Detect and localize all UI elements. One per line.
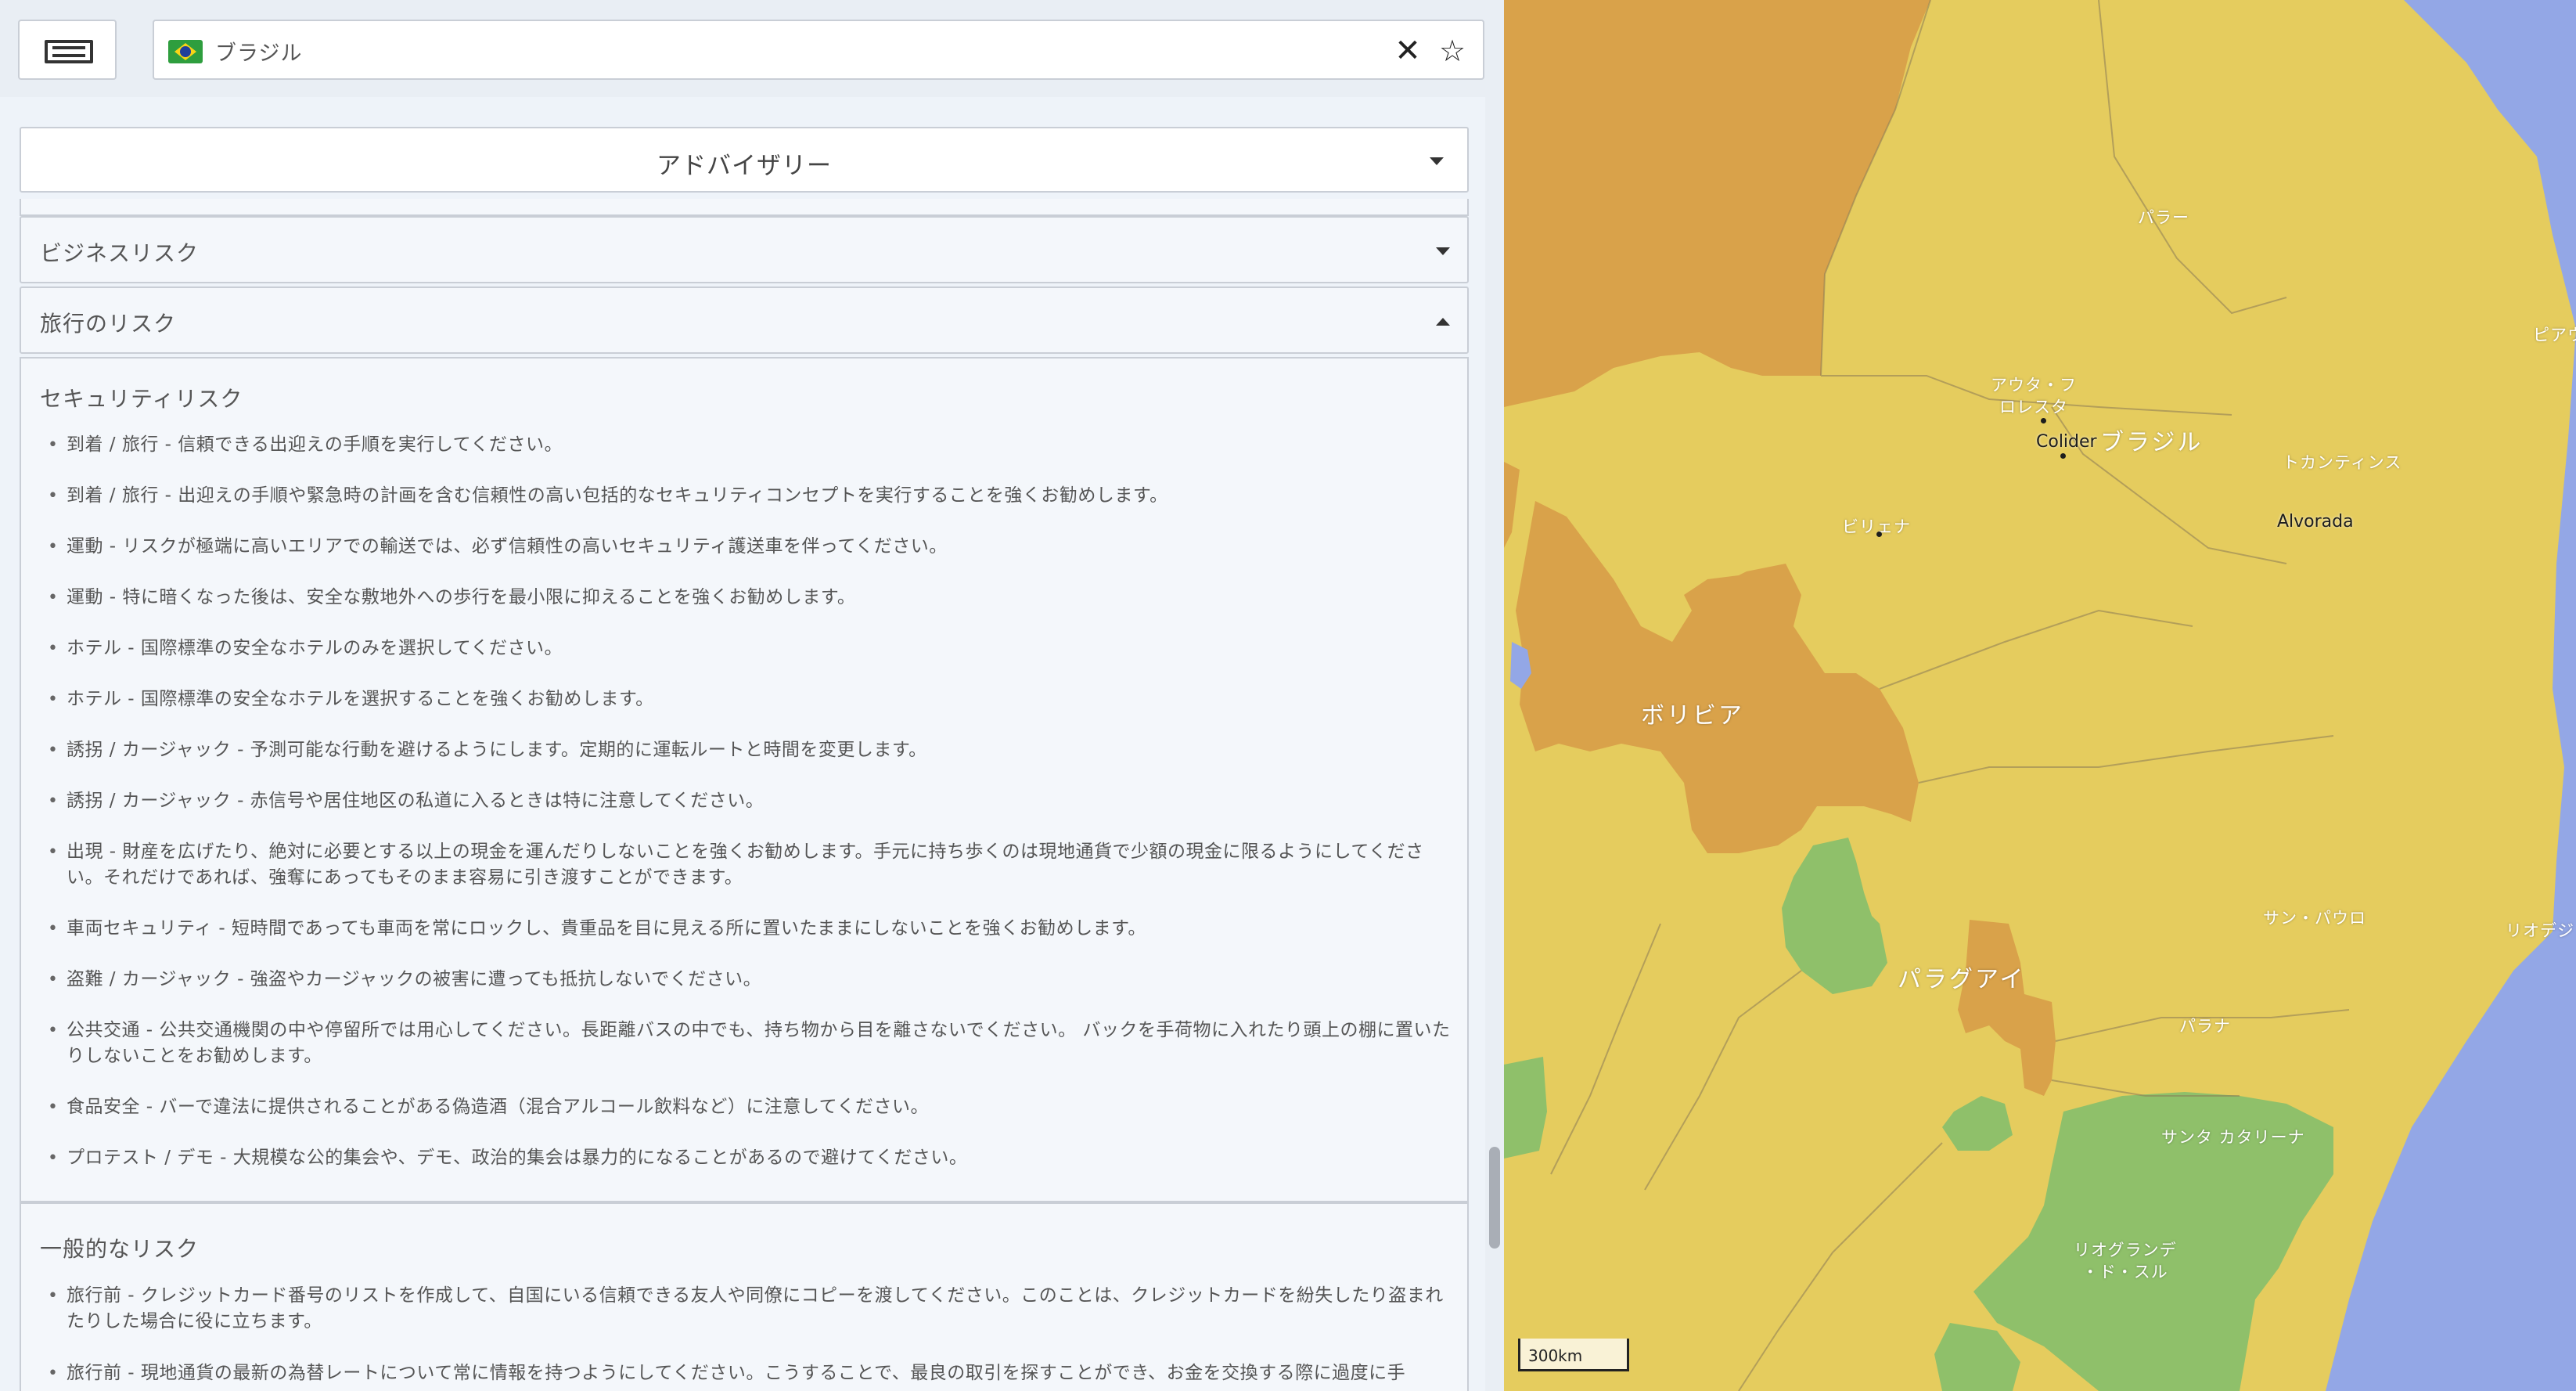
map-label-piaui: ピアウ — [2533, 326, 2576, 344]
star-icon[interactable]: ☆ — [1435, 34, 1470, 68]
travel-risk-header[interactable]: 旅行のリスク — [20, 286, 1469, 354]
search-input[interactable] — [215, 34, 1350, 68]
west-green-strip — [1504, 1057, 1547, 1159]
list-item: 誘拐 / カージャック - 予測可能な行動を避けるようにします。定期的に運転ルー… — [48, 737, 1452, 763]
map-label-paraguay: パラグアイ — [1898, 966, 2026, 993]
hamburger-icon — [45, 40, 93, 63]
map-label-rio: リオデジ — [2506, 921, 2574, 940]
list-item: プロテスト / デモ - 大規模な公的集会や、デモ、政治的集会は暴力的になること… — [48, 1145, 1452, 1171]
business-risk-header[interactable]: ビジネスリスク — [20, 216, 1469, 283]
map-label-santa-catarina: サンタ カタリーナ — [2161, 1128, 2305, 1147]
security-risk-heading: セキュリティリスク — [40, 386, 243, 412]
travel-risk-label: 旅行のリスク — [40, 311, 177, 337]
list-item: 公共交通 - 公共交通機関の中や停留所では用心してください。長距離バスの中でも、… — [48, 1018, 1452, 1069]
map-label-colider: Colider — [2036, 432, 2097, 452]
general-risk-section: 一般的なリスク 旅行前 - クレジットカード番号のリストを作成して、自国にいる信… — [20, 1202, 1469, 1391]
list-item: 盗難 / カージャック - 強盗やカージャックの被害に遭っても抵抗しないでくださ… — [48, 967, 1452, 993]
chevron-down-icon — [1436, 247, 1450, 255]
map-label-parana: パラナ — [2179, 1017, 2231, 1036]
city-marker — [1876, 532, 1882, 537]
map-label-alta-floresta: アウタ・フ ロレスタ — [1991, 376, 2077, 416]
chevron-down-icon — [1430, 157, 1444, 165]
close-icon[interactable]: ✕ — [1391, 34, 1425, 68]
risk-map[interactable]: パラー ピアウ アウタ・フ ロレスタ Colider ブラジル トカンティンス … — [1504, 0, 2576, 1391]
map-label-rio-grande: リオグランデ ・ド・スル — [2074, 1241, 2177, 1281]
menu-button[interactable] — [18, 20, 117, 80]
advisory-title: アドバイザリー — [657, 152, 832, 180]
search-box[interactable]: ✕ ☆ — [153, 20, 1484, 80]
list-item: ホテル - 国際標準の安全なホテルのみを選択してください。 — [48, 636, 1452, 661]
brazil-flag-icon — [168, 40, 203, 63]
list-item: ホテル - 国際標準の安全なホテルを選択することを強くお勧めします。 — [48, 686, 1452, 712]
list-item: 到着 / 旅行 - 出迎えの手順や緊急時の計画を含む信頼性の高い包括的なセキュリ… — [48, 483, 1452, 509]
security-risk-section: セキュリティリスク 到着 / 旅行 - 信頼できる出迎えの手順を実行してください… — [20, 357, 1469, 1202]
list-item: 出現 - 財産を広げたり、絶対に必要とする以上の現金を運んだりしないことを強くお… — [48, 839, 1452, 891]
list-item: 車両セキュリティ - 短時間であっても車両を常にロックし、貴重品を目に見える所に… — [48, 916, 1452, 942]
list-item: 誘拐 / カージャック - 赤信号や居住地区の私道に入るときは特に注意してくださ… — [48, 788, 1452, 814]
list-item: 旅行前 - 現地通貨の最新の為替レートについて常に情報を持つようにしてください。… — [48, 1360, 1452, 1386]
city-marker — [2060, 453, 2066, 459]
business-risk-label: ビジネスリスク — [40, 240, 200, 266]
list-item: 運動 - リスクが極端に高いエリアでの輸送では、必ず信頼性の高いセキュリティ護送… — [48, 534, 1452, 560]
list-item: 食品安全 - バーで違法に提供されることがある偽造酒（混合アルコール飲料など）に… — [48, 1094, 1452, 1120]
list-item: 旅行前 - クレジットカード番号のリストを作成して、自国にいる信頼できる友人や同… — [48, 1283, 1452, 1335]
map-label-para: パラー — [2138, 208, 2189, 227]
map-label-bolivia: ボリビア — [1641, 702, 1744, 730]
top-bar: ✕ ☆ — [0, 0, 1504, 97]
general-risk-heading: 一般的なリスク — [40, 1236, 200, 1262]
list-item: 運動 - 特に暗くなった後は、安全な敷地外への歩行を最小限に抑えることを強くお勧… — [48, 585, 1452, 611]
list-item: 到着 / 旅行 - 信頼できる出迎えの手順を実行してください。 — [48, 432, 1452, 458]
scrollbar-thumb[interactable] — [1489, 1147, 1500, 1249]
map-label-alvorada: Alvorada — [2277, 512, 2354, 532]
advisory-content: アドバイザリー ビジネスリスク 旅行のリスク セキュリティリスク 到着 / 旅行… — [0, 97, 1504, 1391]
collapsed-section-edge — [20, 199, 1469, 216]
map-label-tocantins: トカンティンス — [2283, 453, 2402, 472]
map-label-sao-paulo: サン・パウロ — [2263, 909, 2366, 928]
city-marker — [2041, 418, 2046, 423]
advisory-dropdown[interactable]: アドバイザリー — [20, 127, 1469, 193]
scale-bar: 300km — [1518, 1339, 1629, 1371]
map-label-brazil: ブラジル — [2100, 429, 2204, 456]
advisory-panel: ✕ ☆ アドバイザリー ビジネスリスク 旅行のリスク セキュリティリスク 到着 … — [0, 0, 1504, 1391]
chevron-up-icon — [1436, 318, 1450, 326]
